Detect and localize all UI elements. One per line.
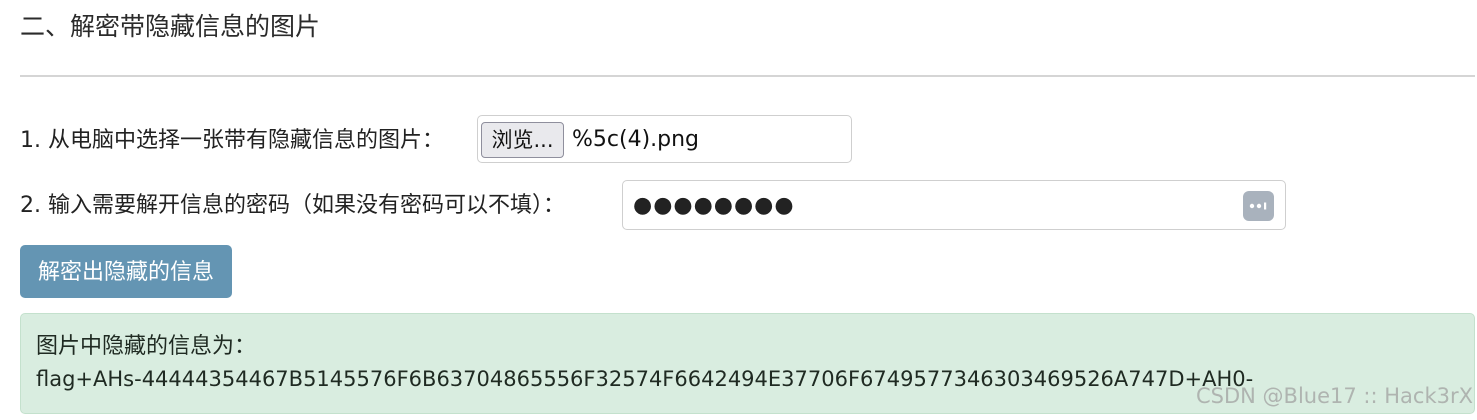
password-manager-icon[interactable]: [1243, 191, 1274, 221]
watermark: CSDN @Blue17 :: Hack3rX: [1196, 384, 1473, 408]
file-label: 1. 从电脑中选择一张带有隐藏信息的图片：: [20, 128, 444, 153]
password-label: 2. 输入需要解开信息的密码（如果没有密码可以不填）：: [20, 193, 565, 218]
password-value: ●●●●●●●●: [633, 193, 795, 218]
divider: [20, 75, 1475, 77]
result-label: 图片中隐藏的信息为：: [36, 334, 257, 359]
file-input[interactable]: 浏览... %5c(4).png: [477, 115, 852, 163]
selected-file-name: %5c(4).png: [572, 127, 700, 152]
password-input[interactable]: ●●●●●●●●: [622, 180, 1286, 230]
decrypt-button[interactable]: 解密出隐藏的信息: [20, 245, 232, 298]
browse-button[interactable]: 浏览...: [481, 122, 564, 158]
page: 二、解密带隐藏信息的图片 1. 从电脑中选择一张带有隐藏信息的图片： 浏览...…: [0, 0, 1477, 420]
section-title: 二、解密带隐藏信息的图片: [20, 12, 321, 41]
result-value: flag+AHs-44444354467B5145576F6B637048655…: [36, 367, 1254, 391]
